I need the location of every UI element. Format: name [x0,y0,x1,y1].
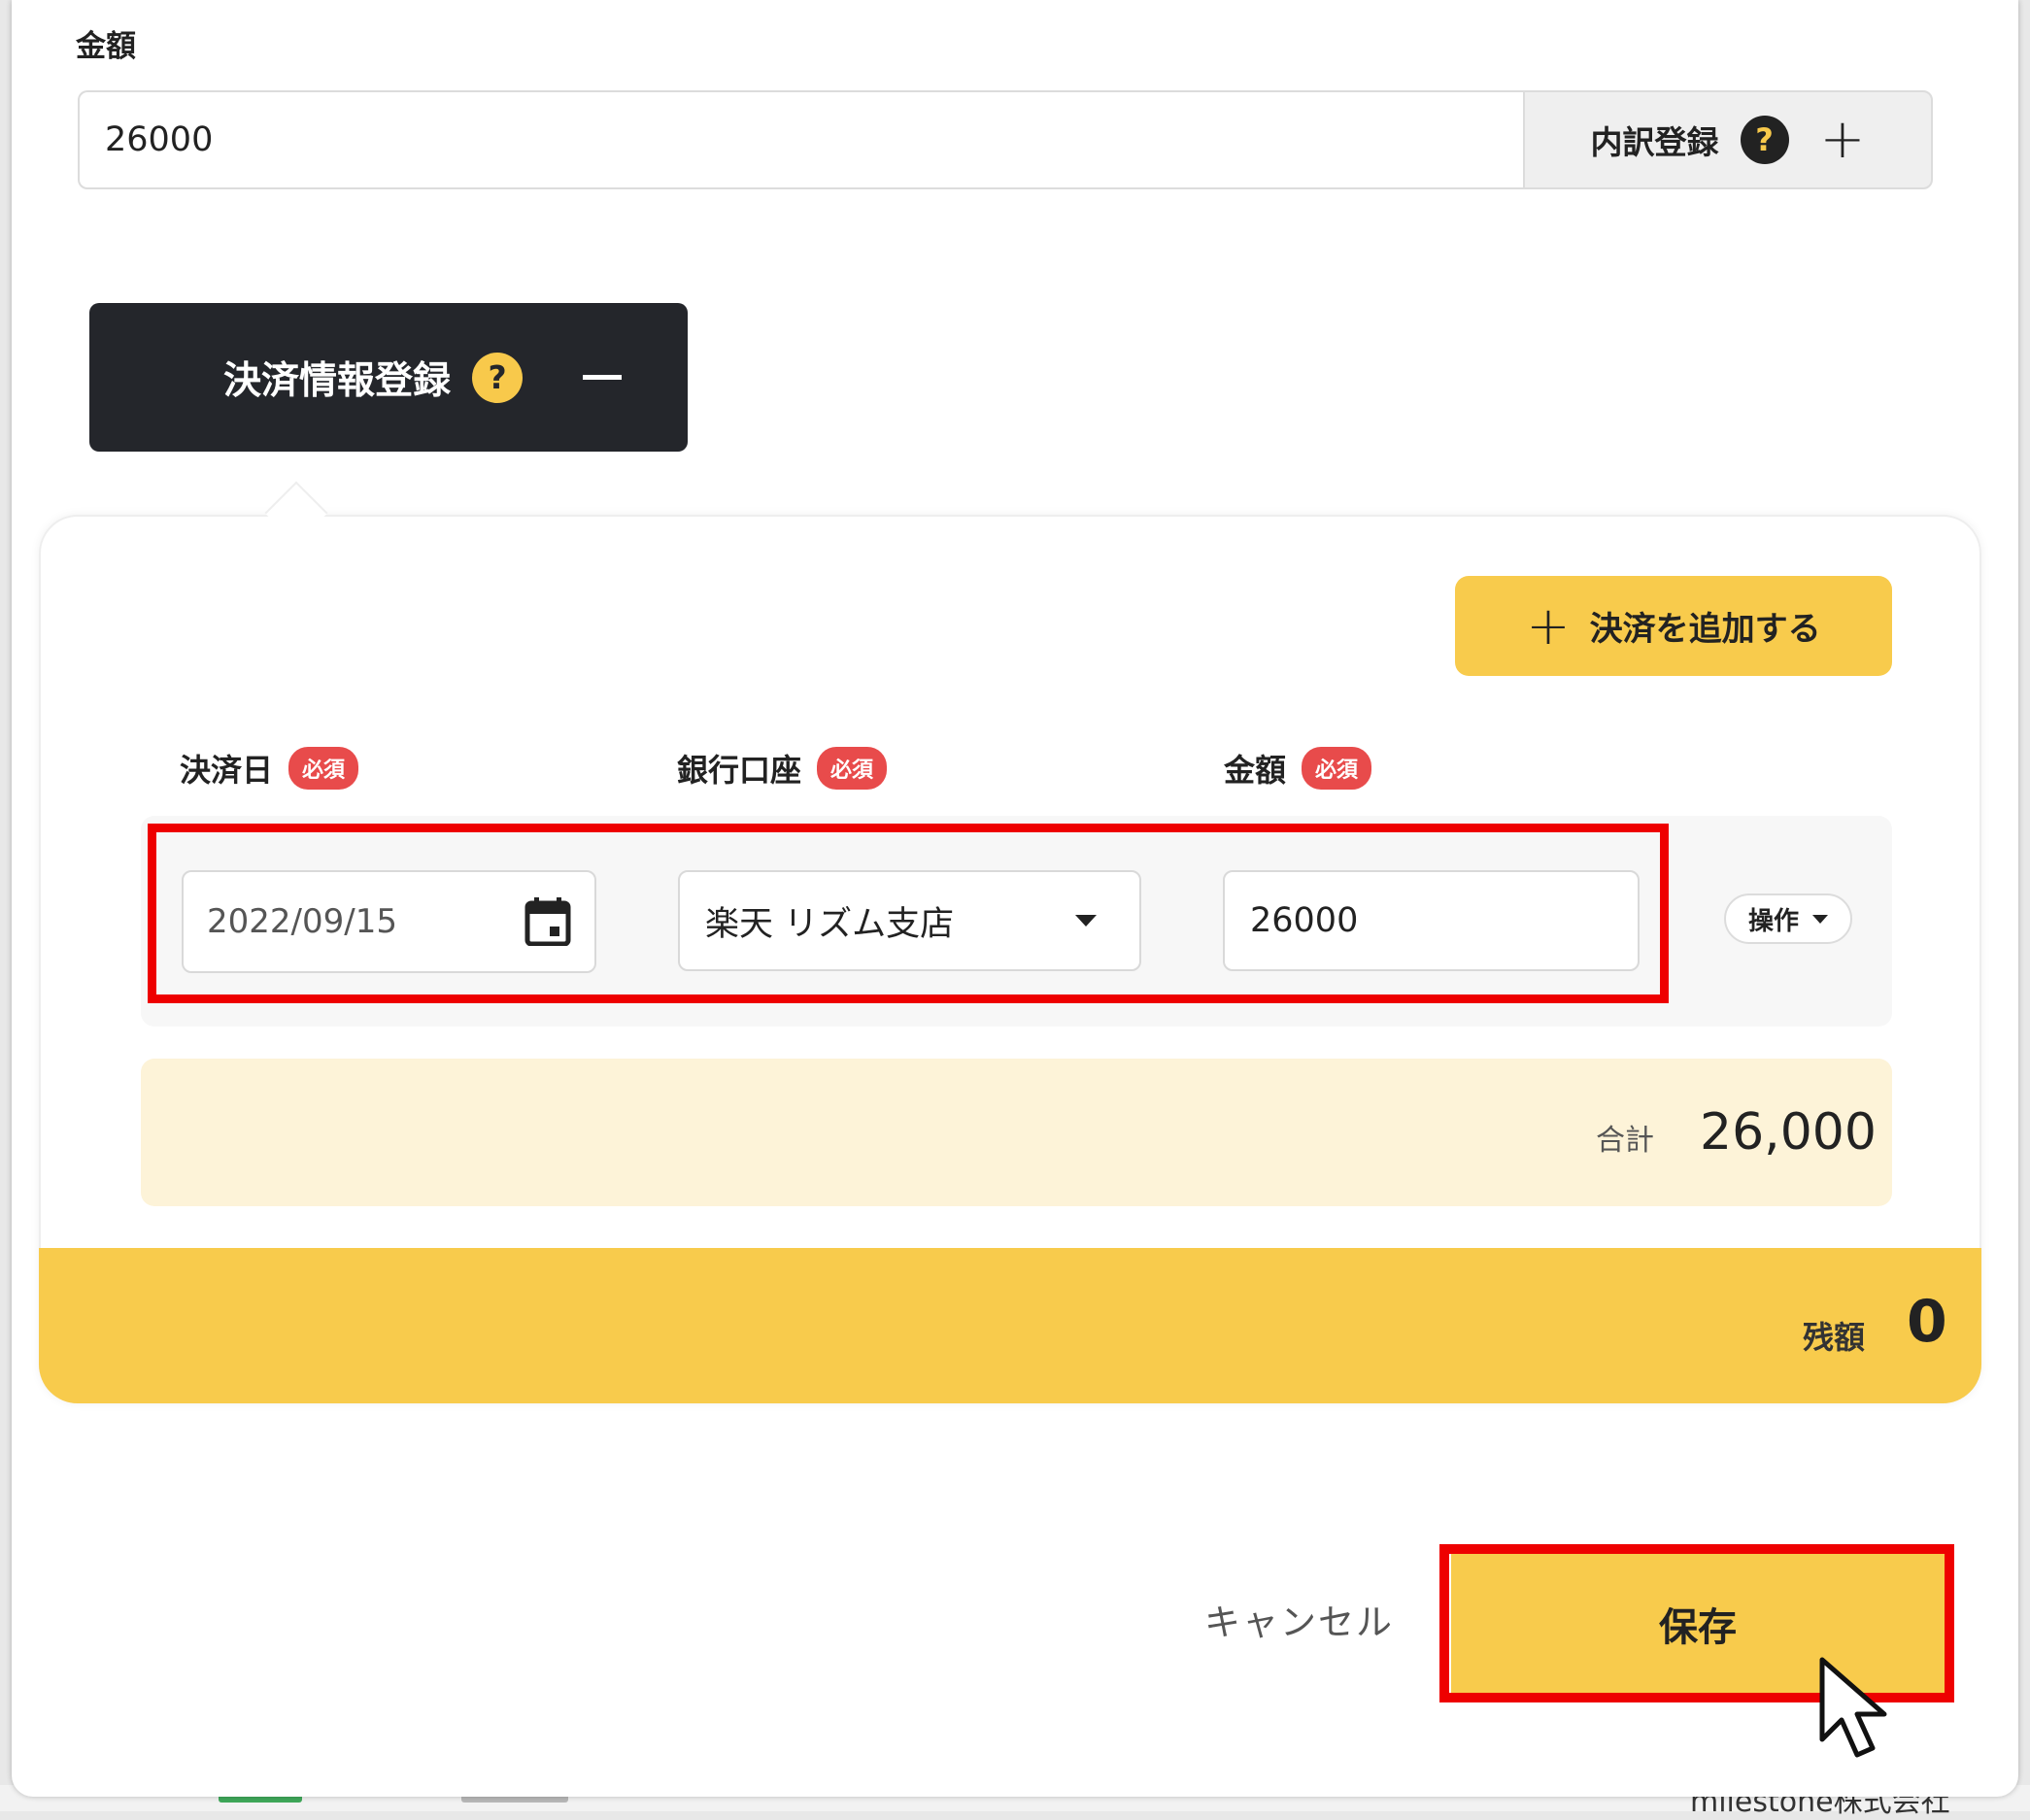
payment-date-field[interactable]: 2022/09/15 [182,870,596,973]
total-value: 26,000 [1700,1103,1877,1162]
column-label: 決済日 [180,752,274,789]
required-badge: 必須 [1302,747,1372,790]
bank-account-value: 楽天 リズム支店 [705,904,955,944]
breakdown-register-label: 内訳登録 [1590,123,1719,161]
required-badge: 必須 [817,747,888,790]
required-badge: 必須 [288,747,359,790]
payment-date-value: 2022/09/15 [207,902,397,941]
chevron-down-icon [1812,914,1828,924]
column-label: 金額 [1224,752,1287,789]
balance-label: 残額 [1803,1319,1866,1356]
amount-label: 金額 [76,29,136,64]
help-icon[interactable]: ? [472,352,524,403]
plus-icon: + [1819,108,1866,171]
total-label: 合計 [1596,1124,1654,1158]
balance-bar [39,1248,1981,1403]
balance-value: 0 [1907,1288,1947,1356]
payment-info-toggle-button[interactable]: 決済情報登録 ? [89,303,688,452]
breakdown-register-button[interactable]: 内訳登録 ? + [1523,90,1933,189]
help-icon[interactable]: ? [1740,116,1789,164]
add-payment-label: 決済を追加する [1589,610,1821,649]
amount-input[interactable] [78,90,1523,189]
column-label: 銀行口座 [677,752,802,789]
column-header-bank: 銀行口座 必須 [677,746,888,791]
calendar-icon[interactable] [524,897,571,947]
operations-label: 操作 [1747,906,1799,936]
chevron-down-icon [1075,915,1097,927]
mouse-cursor-icon [1818,1656,1896,1759]
plus-icon: + [1526,594,1571,657]
cancel-button[interactable]: キャンセル [1204,1593,1394,1645]
operations-dropdown-button[interactable]: 操作 [1724,893,1852,944]
save-button-label: 保存 [1659,1605,1737,1650]
bank-account-select[interactable]: 楽天 リズム支店 [678,870,1141,971]
column-header-amount: 金額 必須 [1224,746,1372,791]
column-header-date: 決済日 必須 [180,746,359,791]
add-payment-button[interactable]: + 決済を追加する [1455,576,1892,676]
minus-icon [583,375,623,380]
payment-amount-input[interactable] [1223,870,1640,971]
payment-info-label: 決済情報登録 [223,358,452,403]
